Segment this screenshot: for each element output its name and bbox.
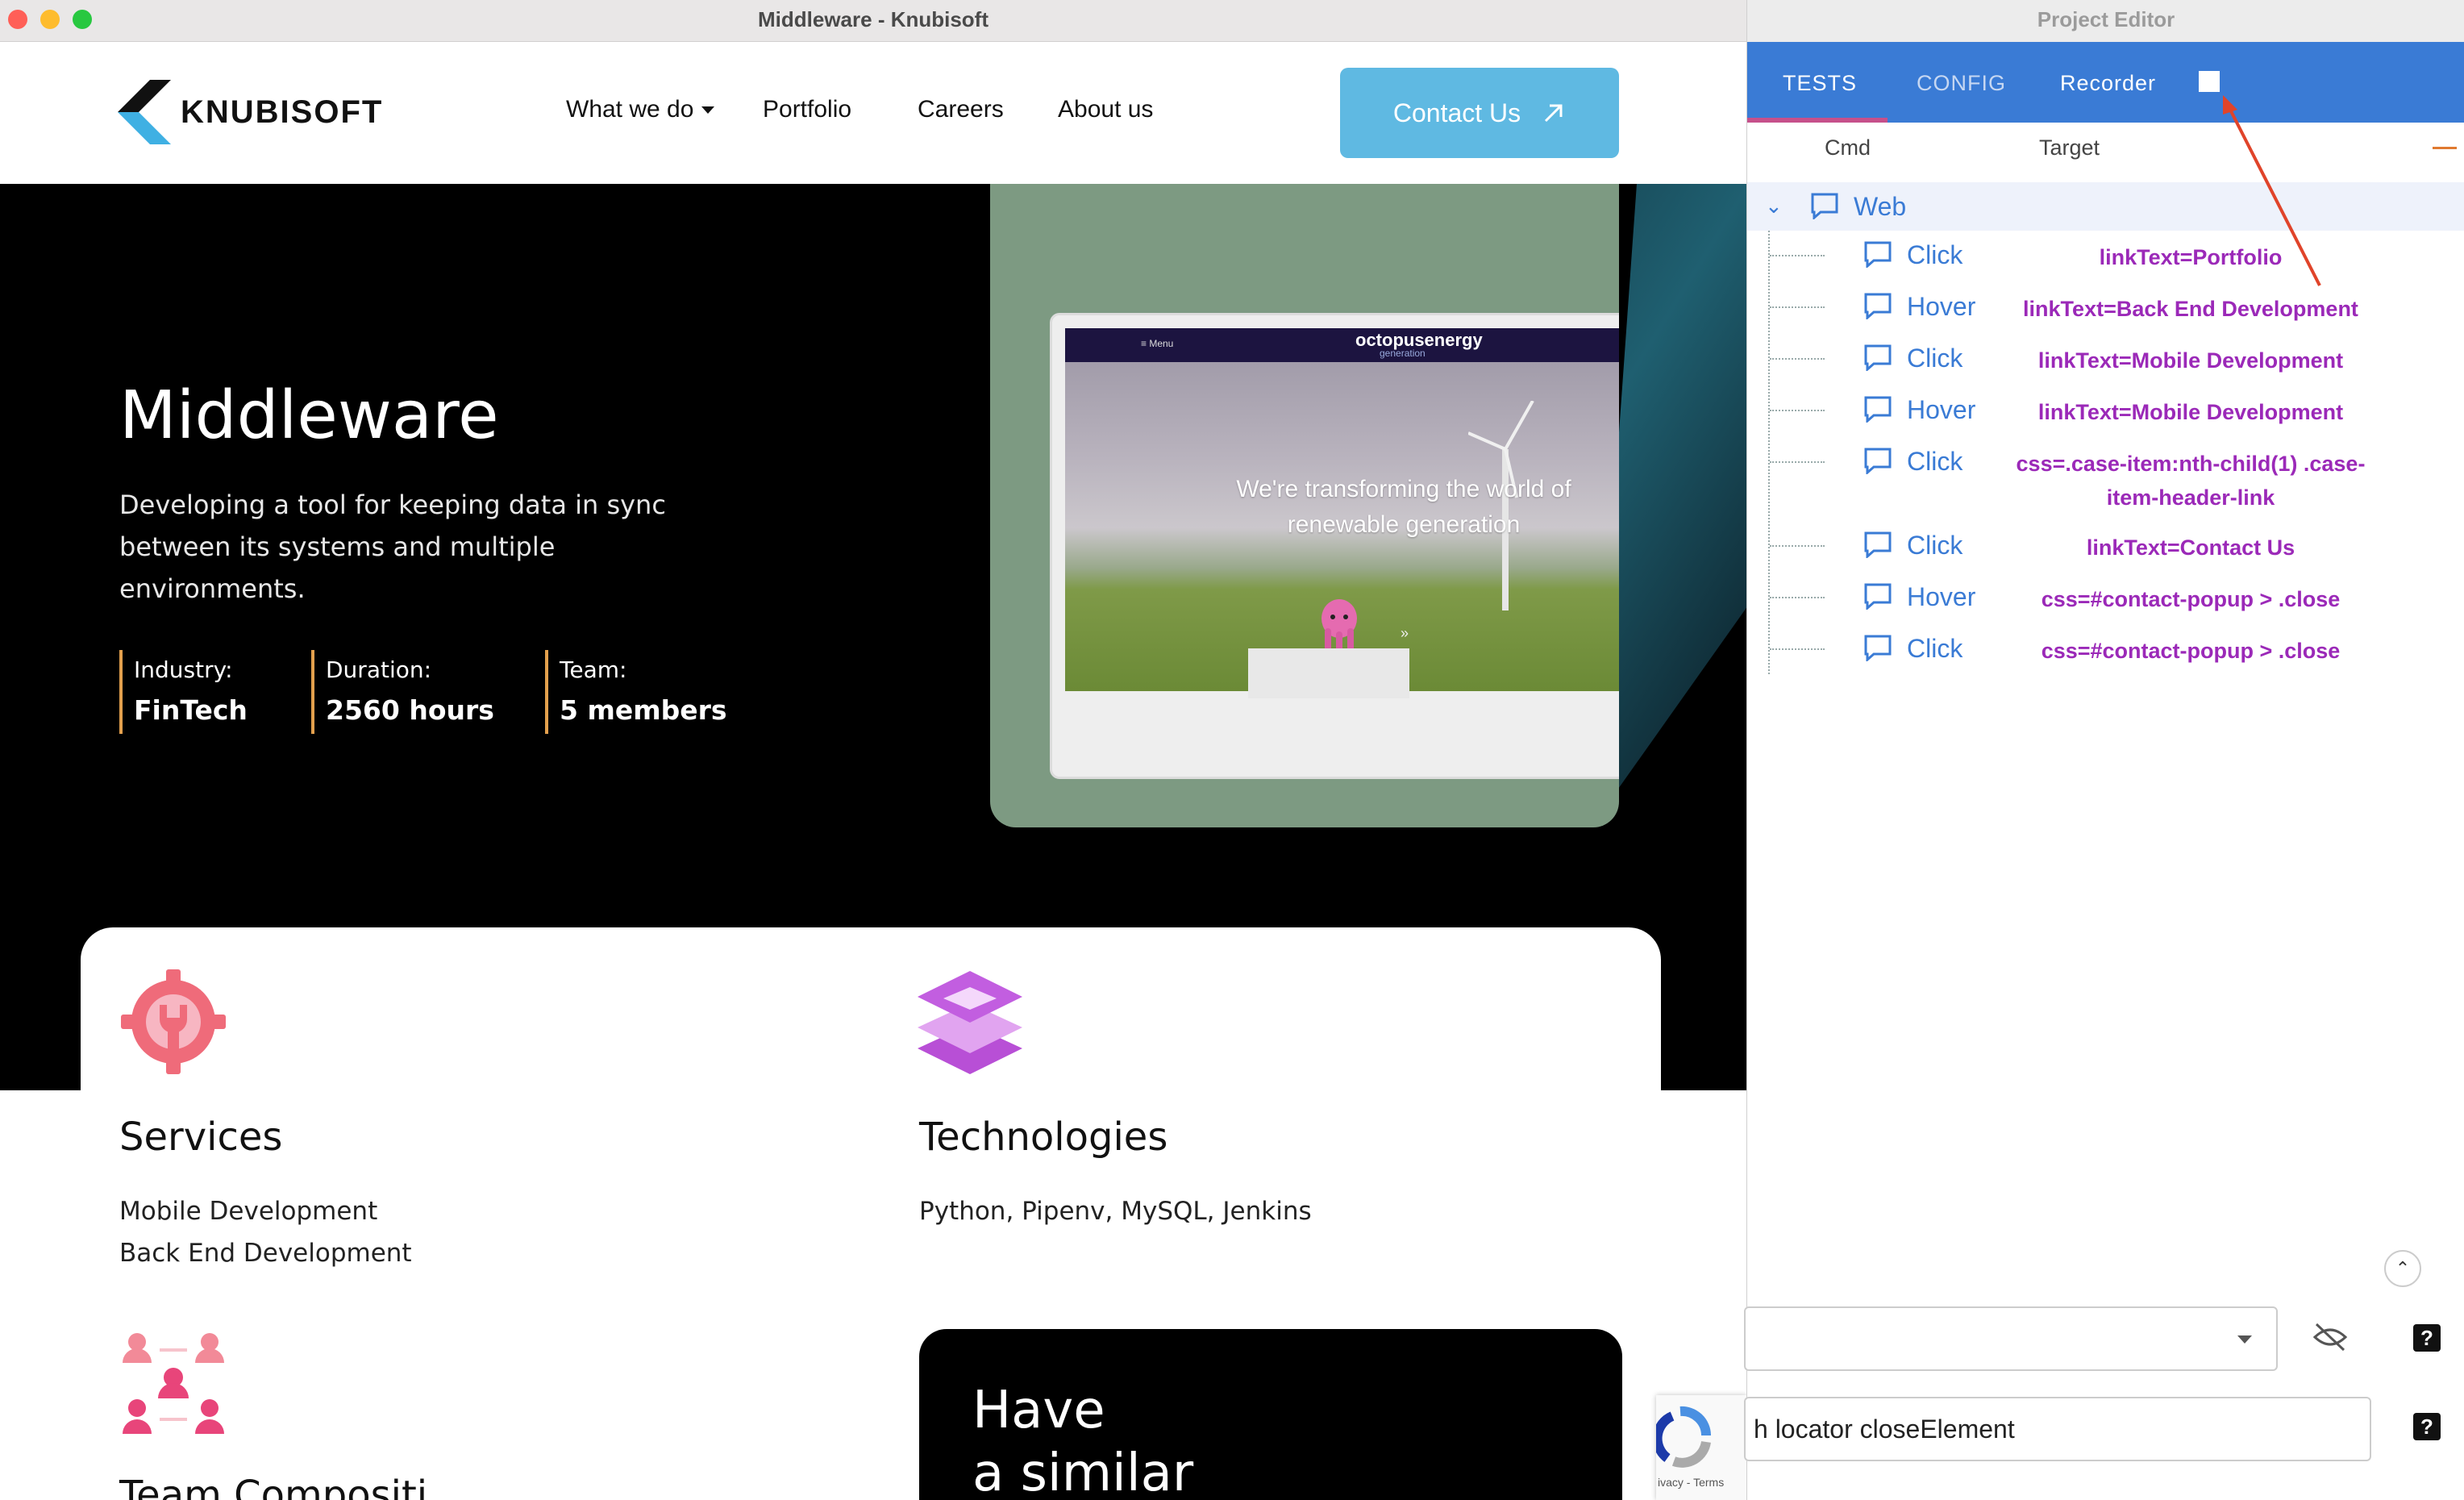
similar-project-cta[interactable]: Have a similar bbox=[919, 1329, 1622, 1500]
tree-connector bbox=[1770, 597, 1825, 598]
step-command: Click bbox=[1907, 531, 1963, 560]
scroll-up-button[interactable]: ⌃ bbox=[2384, 1250, 2421, 1287]
tree-connector bbox=[1770, 410, 1825, 411]
services-title: Services bbox=[119, 1115, 283, 1160]
hero-description: Developing a tool for keeping data in sy… bbox=[119, 490, 666, 604]
hero-title: Middleware bbox=[119, 377, 499, 454]
test-step-row[interactable]: Click linkText=Mobile Development bbox=[1747, 334, 2464, 382]
stat-value: FinTech bbox=[134, 694, 248, 726]
comment-icon bbox=[1864, 344, 1892, 371]
test-step-row[interactable]: Click linkText=Contact Us bbox=[1747, 521, 2464, 569]
team-icon bbox=[123, 1333, 224, 1434]
arrow-up-right-icon bbox=[1545, 104, 1563, 123]
screen-menu: ≡ Menu bbox=[1141, 338, 1174, 349]
contact-us-button[interactable]: Contact Us bbox=[1340, 68, 1619, 158]
nav-label: What we do bbox=[566, 96, 694, 123]
stat-industry: Industry: FinTech bbox=[119, 650, 248, 734]
nav-careers[interactable]: Careers bbox=[918, 96, 1004, 123]
tree-connector bbox=[1770, 461, 1825, 463]
nav-about-us[interactable]: About us bbox=[1058, 96, 1153, 123]
browser-window: Middleware - Knubisoft KNUBISOFT What we… bbox=[0, 0, 1746, 1500]
step-command: Click bbox=[1907, 634, 1963, 663]
comment-icon bbox=[1864, 635, 1892, 661]
service-item: Back End Development bbox=[119, 1239, 412, 1268]
target-input[interactable]: h locator closeElement bbox=[1744, 1397, 2371, 1461]
test-step-row[interactable]: Hover css=#contact-popup > .close bbox=[1747, 573, 2464, 621]
step-command: Click bbox=[1907, 447, 1963, 476]
command-select[interactable] bbox=[1744, 1306, 2278, 1371]
nav-portfolio[interactable]: Portfolio bbox=[763, 96, 851, 123]
recaptcha-links[interactable]: ivacy - Terms bbox=[1658, 1476, 1724, 1489]
tree-connector bbox=[1770, 648, 1825, 650]
contact-us-label: Contact Us bbox=[1392, 98, 1521, 127]
technologies-title: Technologies bbox=[919, 1115, 1168, 1160]
cta-line: a similar bbox=[972, 1444, 1194, 1500]
logo-text: KNUBISOFT bbox=[181, 94, 384, 130]
monitor-screen: ≡ Menu octopusenergy generation We're tr… bbox=[1065, 328, 1619, 691]
monitor-stand bbox=[1248, 648, 1409, 698]
stat-label: Duration: bbox=[326, 656, 432, 683]
stat-label: Industry: bbox=[134, 656, 233, 683]
service-item: Mobile Development bbox=[119, 1197, 378, 1226]
test-step-row[interactable]: Hover linkText=Mobile Development bbox=[1747, 385, 2464, 434]
site-logo[interactable]: KNUBISOFT bbox=[118, 80, 383, 144]
window-title: Middleware - Knubisoft bbox=[758, 7, 989, 31]
dropdown-arrow-icon bbox=[2237, 1335, 2252, 1344]
step-command: Hover bbox=[1907, 582, 1976, 611]
comment-icon bbox=[1864, 448, 1892, 474]
cta-line: Have bbox=[972, 1381, 1105, 1440]
step-command: Click bbox=[1907, 344, 1963, 373]
caret-down-icon bbox=[701, 106, 715, 114]
step-target: linkText=Mobile Development bbox=[2037, 348, 2344, 373]
project-preview-card: ≡ Menu octopusenergy generation We're tr… bbox=[990, 184, 1619, 827]
step-target: css=#contact-popup > .close bbox=[2041, 587, 2341, 611]
comment-icon bbox=[1864, 531, 1892, 558]
tree-connector bbox=[1770, 545, 1825, 547]
details-card: Services Mobile Development Back End Dev… bbox=[81, 927, 1661, 1500]
screen-brand: octopusenergy generation bbox=[1355, 330, 1483, 359]
eye-off-icon[interactable] bbox=[2312, 1321, 2349, 1353]
annotation-arrow bbox=[2223, 95, 2321, 286]
knubisoft-logo-icon bbox=[118, 80, 171, 144]
scroll-down-icon: » bbox=[1401, 625, 1409, 641]
tree-connector bbox=[1770, 358, 1825, 360]
test-step-row[interactable]: Click css=.case-item:nth-child(1) .case-i… bbox=[1747, 437, 2464, 510]
nav-what-we-do[interactable]: What we do bbox=[566, 96, 715, 123]
team-composition-title: Team Compositi bbox=[119, 1473, 428, 1500]
step-target: linkText=Contact Us bbox=[2086, 535, 2295, 560]
screen-headline: We're transforming the world of renewabl… bbox=[1236, 476, 1571, 538]
stat-team: Team: 5 members bbox=[545, 650, 727, 734]
step-target: css=#contact-popup > .close bbox=[2041, 639, 2341, 663]
browser-titlebar: Middleware - Knubisoft bbox=[0, 0, 1746, 42]
test-step-row[interactable]: Click css=#contact-popup > .close bbox=[1747, 624, 2464, 673]
project-editor-window: Project Editor TESTS CONFIG Recorder Cmd… bbox=[1744, 0, 2464, 1500]
step-target: css=.case-item:nth-child(1) .case-item-h… bbox=[2016, 452, 2366, 510]
comment-icon bbox=[1864, 583, 1892, 610]
comment-icon bbox=[1864, 396, 1892, 423]
stat-value: 2560 hours bbox=[326, 694, 494, 726]
recaptcha-icon bbox=[1656, 1406, 1712, 1468]
stat-value: 5 members bbox=[560, 694, 727, 726]
services-list: Mobile Development Back End Development bbox=[119, 1190, 412, 1274]
help-icon[interactable]: ? bbox=[2413, 1413, 2441, 1440]
step-target: linkText=Mobile Development bbox=[2037, 400, 2344, 424]
stat-duration: Duration: 2560 hours bbox=[311, 650, 494, 734]
stat-label: Team: bbox=[560, 656, 627, 683]
technologies-text: Python, Pipenv, MySQL, Jenkins bbox=[919, 1197, 1312, 1226]
cta-text: Have a similar bbox=[972, 1379, 1193, 1500]
layers-icon bbox=[918, 971, 1022, 1074]
help-icon[interactable]: ? bbox=[2413, 1324, 2441, 1352]
step-command: Hover bbox=[1907, 395, 1976, 424]
gear-wrench-icon bbox=[121, 969, 226, 1074]
monitor-mockup: ≡ Menu octopusenergy generation We're tr… bbox=[1050, 313, 1619, 779]
recaptcha-badge[interactable]: ivacy - Terms bbox=[1656, 1395, 1746, 1500]
site-header: KNUBISOFT What we do Portfolio Careers A… bbox=[0, 43, 1746, 184]
screen-navbar: ≡ Menu octopusenergy generation bbox=[1065, 328, 1619, 362]
